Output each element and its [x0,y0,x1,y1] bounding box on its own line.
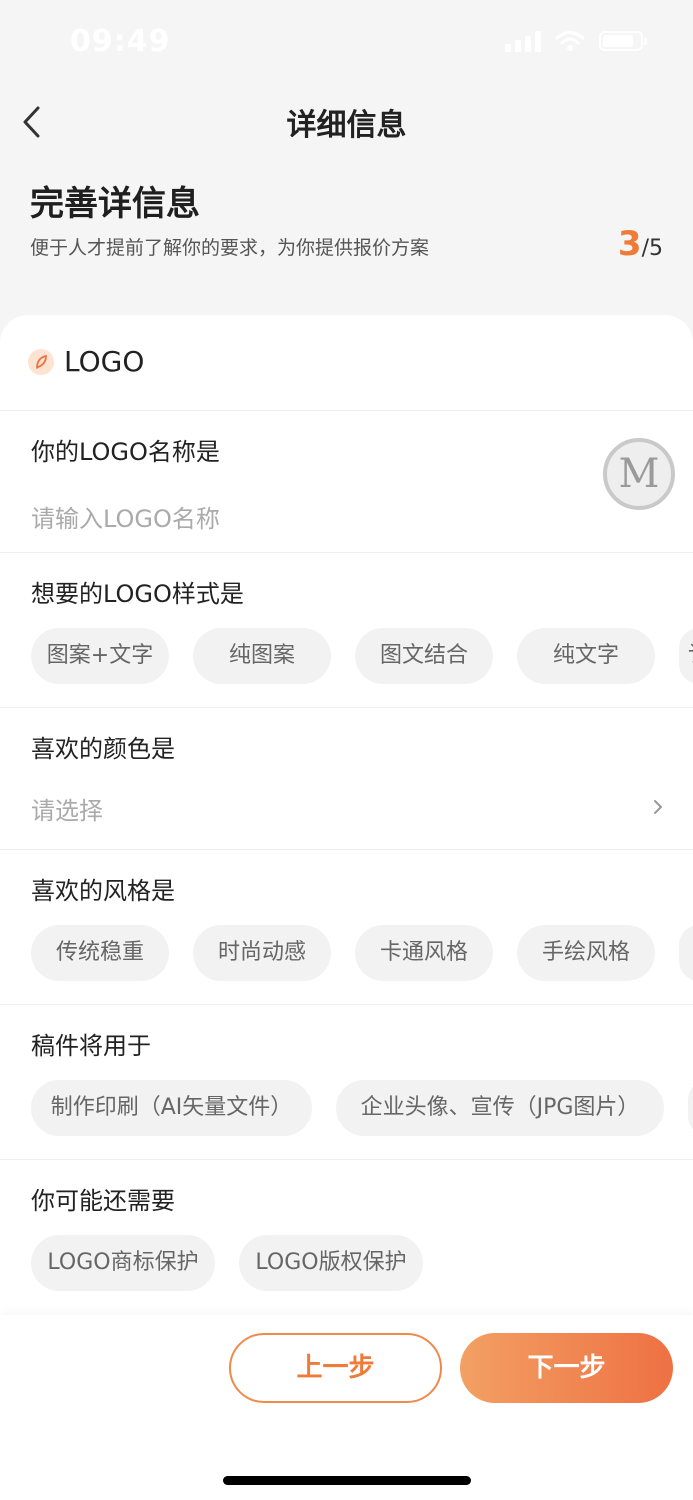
wifi-icon [555,31,585,51]
intro-block: 完善详信息 便于人才提前了解你的要求，为你提供报价方案 3/5 [30,176,663,264]
logo-style-question: 想要的LOGO样式是 图案+文字 纯图案 图文结合 纯文字 讠 [0,552,693,708]
logo-style-label: 想要的LOGO样式是 [31,580,244,608]
usage-question: 稿件将用于 制作印刷（AI矢量文件） 企业头像、宣传（JPG图片） [0,1004,693,1160]
logo-name-label: 你的LOGO名称是 [31,438,220,466]
step-current: 3 [617,224,642,264]
style-options: 传统稳重 时尚动感 卡通风格 手绘风格 [31,925,693,981]
extras-option-chip[interactable]: LOGO商标保护 [31,1235,215,1291]
usage-option-chip[interactable]: 制作印刷（AI矢量文件） [31,1080,312,1136]
form-card: LOGO 你的LOGO名称是 想要的LOGO样式是 图案+文字 纯图案 图文结合… [0,315,693,1315]
style-option-chip[interactable]: 纯文字 [517,628,655,684]
style-option-chip[interactable]: 纯图案 [193,628,331,684]
usage-options: 制作印刷（AI矢量文件） 企业头像、宣传（JPG图片） [31,1080,693,1136]
battery-icon [599,31,647,51]
logo-name-question: 你的LOGO名称是 [0,410,693,553]
section-header: LOGO [0,315,693,411]
usage-label: 稿件将用于 [31,1032,151,1060]
vibe-option-chip[interactable]: 传统稳重 [31,925,169,981]
color-label: 喜欢的颜色是 [31,735,175,763]
style-option-chip[interactable]: 图案+文字 [31,628,169,684]
page-title: 详细信息 [286,108,407,143]
chevron-right-icon [654,800,663,814]
status-bar: 09:49 [0,0,693,92]
extras-options: LOGO商标保护 LOGO版权保护 [31,1235,423,1291]
style-option-chip[interactable]: 图文结合 [355,628,493,684]
usage-option-chip[interactable]: 企业头像、宣传（JPG图片） [336,1080,664,1136]
intro-subtitle: 便于人才提前了解你的要求，为你提供报价方案 [30,237,430,259]
section-title: LOGO [64,345,145,378]
vibe-option-chip-more[interactable] [679,925,693,981]
extras-option-chip[interactable]: LOGO版权保护 [239,1235,423,1291]
step-indicator: 3/5 [618,224,663,264]
status-icons [505,30,647,52]
vibe-option-chip[interactable]: 卡通风格 [355,925,493,981]
home-indicator[interactable] [223,1476,471,1485]
color-select-value[interactable]: 请选择 [31,791,551,826]
status-time: 09:49 [70,24,171,59]
extras-label: 你可能还需要 [31,1187,175,1215]
signal-icon [505,30,541,52]
next-step-button[interactable]: 下一步 [460,1333,673,1403]
style-label: 喜欢的风格是 [31,877,175,905]
intro-title: 完善详信息 [30,184,200,224]
nav-bar: 详细信息 [0,92,693,152]
bottom-action-bar: 上一步 下一步 [0,1315,693,1500]
prev-step-button[interactable]: 上一步 [229,1333,442,1403]
vibe-option-chip[interactable]: 时尚动感 [193,925,331,981]
vibe-option-chip[interactable]: 手绘风格 [517,925,655,981]
floating-assistant-avatar[interactable]: M [603,438,675,510]
extras-question: 你可能还需要 LOGO商标保护 LOGO版权保护 [0,1159,693,1315]
leaf-icon [28,349,54,375]
logo-style-options: 图案+文字 纯图案 图文结合 纯文字 讠 [31,628,693,684]
style-option-chip[interactable]: 讠 [679,628,693,684]
style-question: 喜欢的风格是 传统稳重 时尚动感 卡通风格 手绘风格 [0,849,693,1005]
step-total: /5 [641,236,663,261]
logo-name-input[interactable] [31,502,551,536]
usage-option-chip-more[interactable] [688,1080,693,1136]
color-question[interactable]: 喜欢的颜色是 请选择 [0,707,693,850]
